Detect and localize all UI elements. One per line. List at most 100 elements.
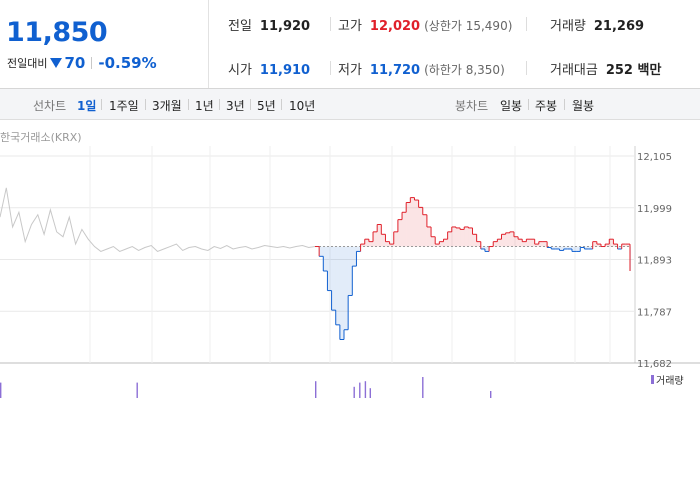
down-arrow-icon xyxy=(50,58,63,68)
area-fill xyxy=(414,200,419,247)
y-tick-label: 12,105 xyxy=(637,152,672,163)
area-fill xyxy=(339,246,345,340)
stat-label: 전일 xyxy=(228,19,252,34)
area-fill xyxy=(501,234,506,247)
chart-fills xyxy=(319,197,631,340)
volume-swatch xyxy=(651,375,654,384)
area-fill xyxy=(393,231,398,247)
area-fill xyxy=(464,226,469,247)
area-fill xyxy=(497,239,502,247)
stat-label: 거래량 xyxy=(550,19,586,34)
volume-bar xyxy=(353,386,355,398)
stat-high: 고가 12,020 (상한가 15,490) xyxy=(338,15,512,34)
period-5y[interactable]: 5년 xyxy=(257,97,276,114)
area-fill xyxy=(542,241,548,247)
volume-bar xyxy=(136,382,138,398)
area-fill xyxy=(373,231,378,247)
candle-daily[interactable]: 일봉 xyxy=(500,97,522,114)
stat-value: 252 백만 xyxy=(605,63,662,78)
chart-lines xyxy=(0,187,631,341)
area-fill xyxy=(451,226,456,247)
divider xyxy=(188,99,189,110)
volume-bar xyxy=(0,382,2,398)
candle-monthly[interactable]: 월봉 xyxy=(572,97,594,114)
volume-bar xyxy=(490,391,492,398)
change-percent: -0.59% xyxy=(98,54,157,72)
stat-sub: (상한가 15,490) xyxy=(424,19,513,33)
stat-value: 11,720 xyxy=(369,63,421,78)
volume-legend: 거래량 xyxy=(651,372,684,387)
stat-label: 저가 xyxy=(338,63,362,78)
area-fill xyxy=(505,232,510,247)
candle-weekly[interactable]: 주봉 xyxy=(535,97,557,114)
area-fill xyxy=(530,239,535,247)
stat-prev-close: 전일 11,920 xyxy=(228,15,310,34)
area-fill xyxy=(509,231,514,247)
divider xyxy=(526,61,527,75)
area-fill xyxy=(335,246,340,325)
area-fill xyxy=(439,241,444,247)
area-fill xyxy=(476,241,481,247)
volume-bars xyxy=(0,377,492,398)
area-fill xyxy=(522,241,527,247)
volume-bar xyxy=(369,388,371,398)
stat-value: 21,269 xyxy=(593,19,645,34)
chart-period-bar: 선차트 1일 1주일 3개월 1년 3년 5년 10년 봉차트 일봉 주봉 월봉 xyxy=(0,89,700,120)
area-fill xyxy=(364,239,369,247)
divider xyxy=(281,99,282,110)
stat-volume: 거래량 21,269 xyxy=(550,15,644,34)
stat-label: 시가 xyxy=(228,63,252,78)
current-price: 11,850 xyxy=(6,17,108,48)
divider xyxy=(330,61,331,75)
y-tick-label: 11,787 xyxy=(637,307,672,318)
divider xyxy=(528,99,529,110)
area-fill xyxy=(447,231,452,247)
y-tick-label: 11,999 xyxy=(637,204,672,215)
area-fill xyxy=(609,239,614,247)
area-fill xyxy=(592,241,597,247)
area-fill xyxy=(443,239,448,247)
divider xyxy=(145,99,146,110)
period-1y[interactable]: 1년 xyxy=(195,97,214,114)
area-fill xyxy=(319,246,324,257)
area-fill xyxy=(426,226,432,247)
area-fill xyxy=(344,246,349,330)
area-fill xyxy=(431,236,436,247)
period-3y[interactable]: 3년 xyxy=(226,97,245,114)
area-fill xyxy=(559,246,564,251)
stat-label: 고가 xyxy=(338,19,362,34)
area-fill xyxy=(493,241,498,247)
volume-legend-label: 거래량 xyxy=(656,376,684,387)
volume-bar xyxy=(315,381,317,398)
y-axis-ticks: 12,105 11,999 11,893 11,787 11,682 xyxy=(637,152,672,370)
period-1w[interactable]: 1주일 xyxy=(109,97,139,114)
y-tick-label: 11,893 xyxy=(637,256,672,267)
area-fill xyxy=(385,241,390,247)
stat-value: 12,020 xyxy=(369,19,421,34)
area-fill xyxy=(368,241,374,247)
area-fill xyxy=(377,224,382,247)
stat-value: 11,910 xyxy=(259,63,311,78)
stat-amount: 거래대금 252 백만 xyxy=(550,59,661,78)
change-label: 전일대비 xyxy=(7,57,48,70)
divider xyxy=(330,17,331,31)
stat-open: 시가 11,910 xyxy=(228,59,310,78)
price-chart[interactable]: 12,105 11,999 11,893 11,787 11,682 xyxy=(0,120,700,400)
period-1d[interactable]: 1일 xyxy=(77,97,96,114)
y-tick-label: 11,682 xyxy=(637,359,672,370)
change-value: 70 xyxy=(64,54,86,72)
area-fill xyxy=(381,234,386,247)
period-3m[interactable]: 3개월 xyxy=(152,97,182,114)
divider xyxy=(91,57,93,69)
area-fill xyxy=(331,246,336,311)
area-fill xyxy=(468,227,473,247)
area-fill xyxy=(323,246,328,271)
stat-value: 11,920 xyxy=(259,19,311,34)
divider xyxy=(526,17,527,31)
stat-sub: (하한가 8,350) xyxy=(424,63,505,77)
period-10y[interactable]: 10년 xyxy=(289,97,315,114)
area-fill xyxy=(513,236,519,247)
area-fill xyxy=(418,207,423,247)
area-fill xyxy=(356,246,361,252)
area-fill xyxy=(460,229,465,247)
